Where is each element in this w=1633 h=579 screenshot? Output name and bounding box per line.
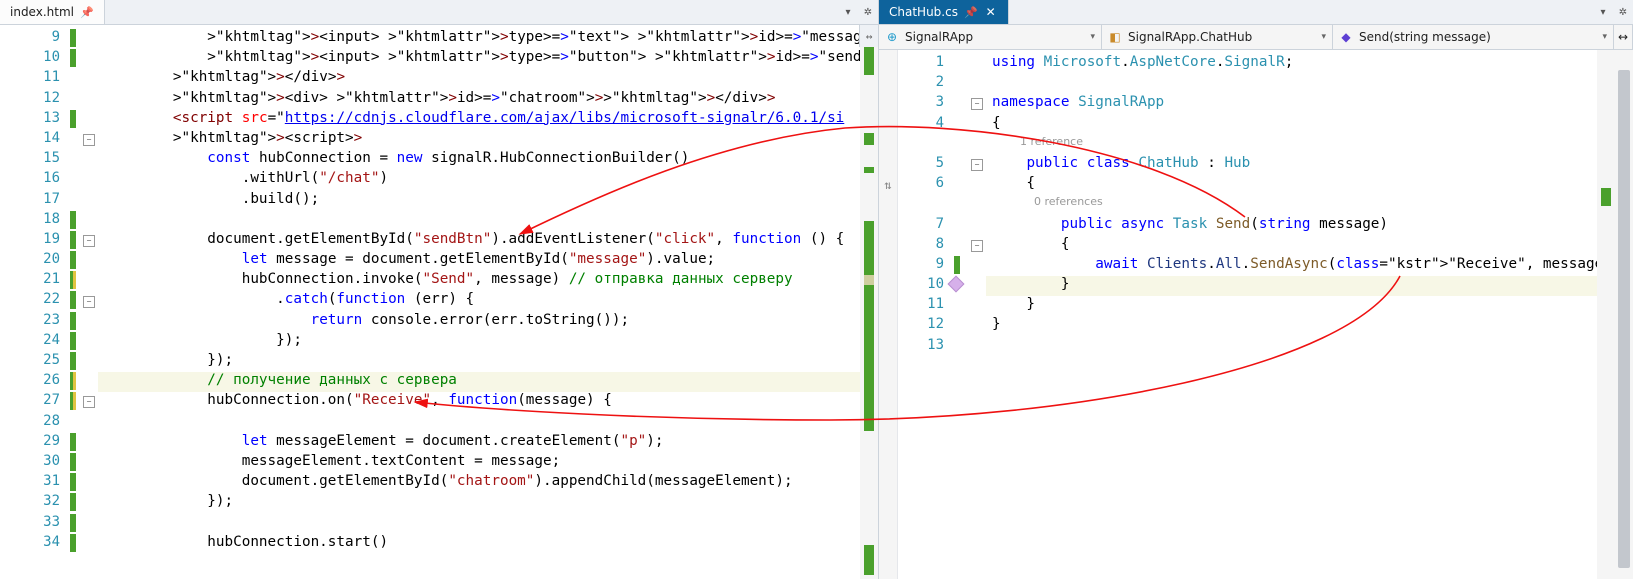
gear-icon[interactable]: ✲ [858,7,878,18]
nav-namespace-label: SignalRApp [905,30,973,44]
tab-dropdown-icon[interactable]: ▾ [1593,7,1613,18]
nav-class[interactable]: ◧ SignalRApp.ChatHub ▾ [1102,25,1333,49]
swap-lines-icon[interactable]: ⇅ [879,50,898,579]
right-navbar: ⊕ SignalRApp ▾ ◧ SignalRApp.ChatHub ▾ ◆ … [879,25,1633,50]
left-changemarks [66,25,80,579]
method-icon: ◆ [1339,30,1353,44]
left-editor[interactable]: 9101112131415161718192021222324252627282… [0,25,878,579]
tab-dropdown-icon[interactable]: ▾ [838,7,858,18]
tab-label: index.html [10,5,74,19]
right-code[interactable]: using Microsoft.AspNetCore.SignalR;names… [986,50,1597,579]
left-foldcol: −−−− [80,25,98,579]
right-gutter: 1234 56 78910111213 [898,50,950,579]
right-overview-ruler[interactable] [1597,50,1615,579]
nav-member-label: Send(string message) [1359,30,1491,44]
left-editor-pane: index.html 📌 ▾ ✲ 91011121314151617181920… [0,0,879,579]
left-code[interactable]: >"khtmltag">><input> >"khtmlattr">>type>… [98,25,860,579]
namespace-icon: ⊕ [885,30,899,44]
chevron-down-icon: ▾ [1090,32,1095,42]
gear-icon[interactable]: ✲ [1613,7,1633,18]
tab-chathub-cs[interactable]: ChatHub.cs 📌 ✕ [879,0,1009,24]
nav-class-label: SignalRApp.ChatHub [1128,30,1252,44]
right-changemarks [950,50,968,579]
nav-namespace[interactable]: ⊕ SignalRApp ▾ [879,25,1102,49]
tab-label: ChatHub.cs [889,5,958,19]
pin-icon[interactable]: 📌 [964,6,978,19]
split-editor-icon[interactable]: ↔ [1614,25,1633,49]
left-tabbar: index.html 📌 ▾ ✲ [0,0,878,25]
right-foldcol: −−− [968,50,986,579]
left-gutter: 9101112131415161718192021222324252627282… [0,25,66,579]
right-scrollbar[interactable] [1615,50,1633,579]
split-editor-icon[interactable]: ↔ [859,25,878,47]
right-editor[interactable]: ⇅ 1234 56 78910111213 −−− using Microsof… [879,50,1633,579]
pin-icon[interactable]: 📌 [80,6,94,19]
right-editor-pane: ChatHub.cs 📌 ✕ ▾ ✲ ⊕ SignalRApp ▾ ◧ Sign… [879,0,1633,579]
tab-index-html[interactable]: index.html 📌 [0,0,105,24]
class-icon: ◧ [1108,30,1122,44]
chevron-down-icon: ▾ [1602,32,1607,42]
right-tabbar: ChatHub.cs 📌 ✕ ▾ ✲ [879,0,1633,25]
close-icon[interactable]: ✕ [984,5,998,19]
chevron-down-icon: ▾ [1321,32,1326,42]
nav-member[interactable]: ◆ Send(string message) ▾ [1333,25,1614,49]
left-overview-ruler[interactable] [860,25,878,579]
